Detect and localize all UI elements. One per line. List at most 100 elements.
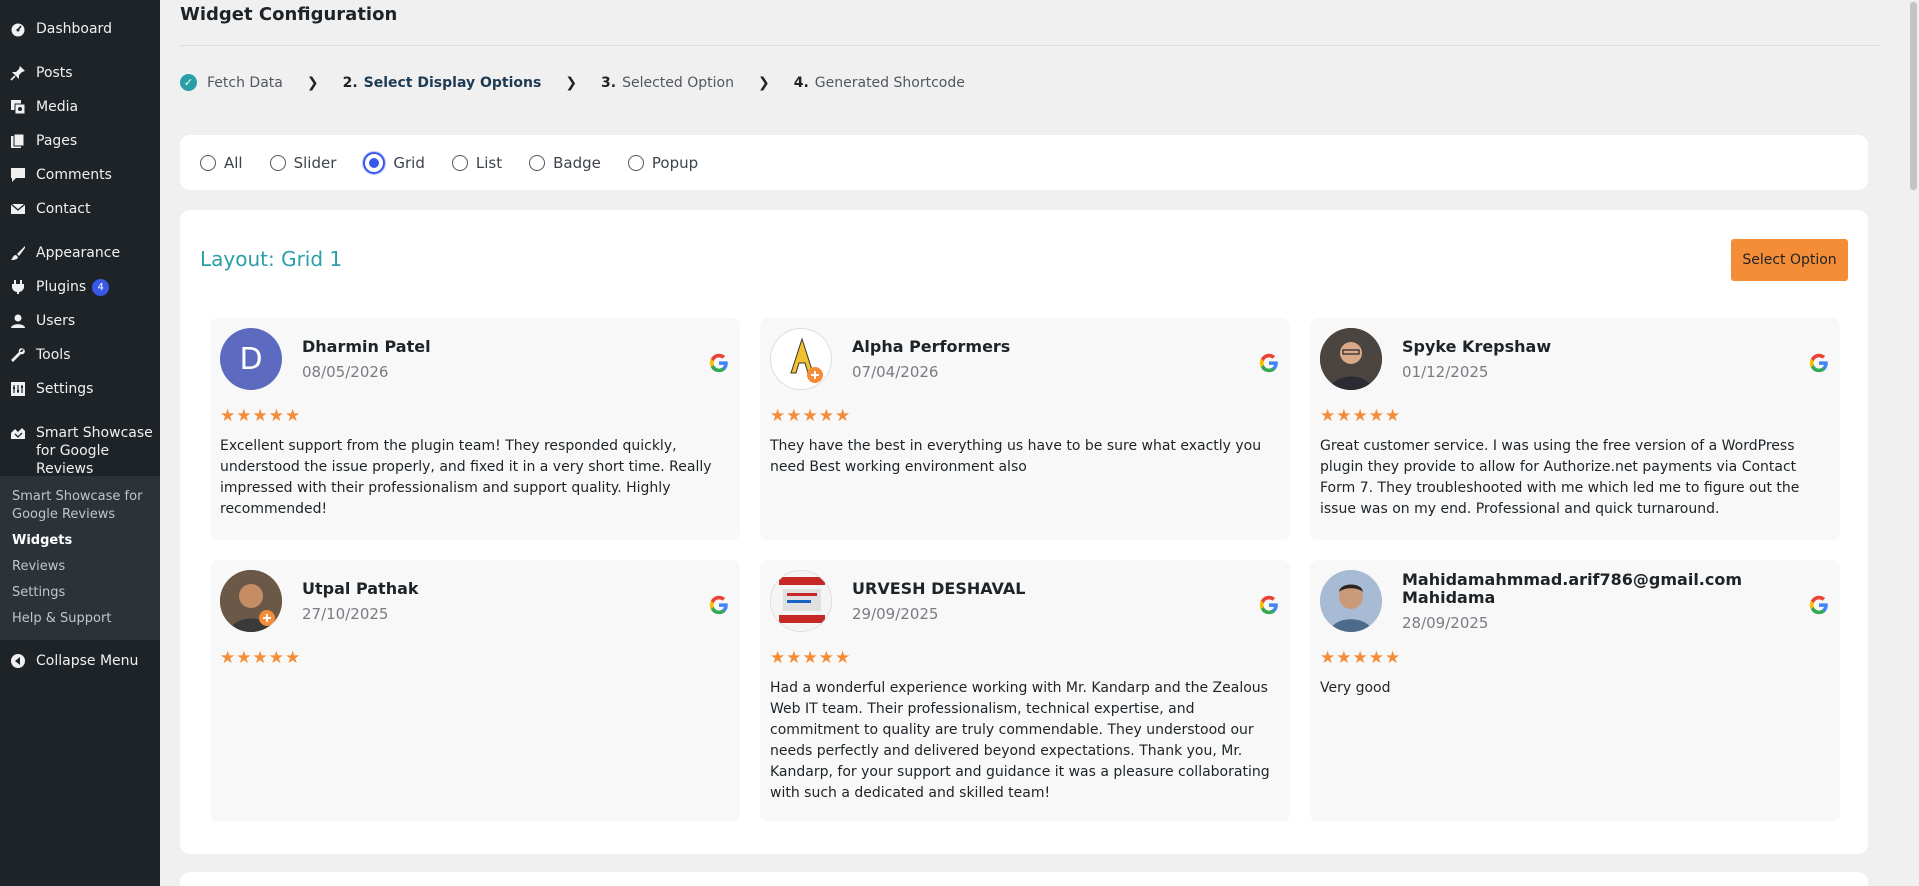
- review-card: Spyke Krepshaw 01/12/2025 ★★★★★ Great cu…: [1310, 318, 1840, 540]
- page-title: Widget Configuration: [180, 4, 398, 25]
- sidebar-item-label: Smart Showcase for Google Reviews: [36, 425, 153, 477]
- plugins-update-badge: 4: [92, 278, 110, 296]
- chevron-right-icon: ❯: [306, 74, 319, 91]
- settings-icon: [11, 382, 25, 396]
- sidebar-item-label: Tools: [36, 347, 71, 363]
- select-option-button[interactable]: Select Option: [1731, 239, 1848, 281]
- collapse-menu-label: Collapse Menu: [36, 653, 139, 669]
- wrench-icon: [11, 348, 25, 362]
- sidebar-item-label: Appearance: [36, 245, 121, 261]
- reviewer-name: Spyke Krepshaw: [1402, 337, 1552, 356]
- review-date: 08/05/2026: [302, 363, 389, 381]
- reviewer-photo: [1320, 570, 1382, 632]
- review-card: Utpal Pathak 27/10/2025 ★★★★★: [210, 560, 740, 822]
- radio-circle[interactable]: [269, 154, 286, 171]
- radio-grid[interactable]: Grid: [363, 151, 425, 174]
- pages-icon: [11, 133, 25, 148]
- brush-icon: [11, 246, 25, 260]
- step-select-display-options[interactable]: 2. Select Display Options: [343, 75, 542, 91]
- main-content: Widget Configuration ✓ Fetch Data ❯ 2. S…: [160, 0, 1919, 886]
- radio-circle[interactable]: [529, 154, 546, 171]
- comment-icon: [11, 168, 25, 182]
- google-icon: [1809, 353, 1828, 373]
- media-icon: [11, 100, 26, 115]
- scrollbar-thumb[interactable]: [1910, 2, 1917, 190]
- star-rating: ★★★★★: [1320, 406, 1402, 426]
- radio-all[interactable]: All: [200, 154, 243, 172]
- submenu-item-showcase[interactable]: Smart Showcase for Google Reviews: [0, 484, 160, 528]
- submenu-item-settings[interactable]: Settings: [0, 580, 160, 606]
- review-date: 01/12/2025: [1402, 363, 1489, 381]
- radio-circle[interactable]: [451, 154, 468, 171]
- google-icon: [709, 595, 728, 615]
- showcase-icon: [11, 428, 25, 439]
- admin-sidebar: Dashboard Posts Media Pages Comments Con…: [0, 0, 160, 886]
- sidebar-item-posts[interactable]: Posts: [0, 56, 160, 90]
- sidebar-item-media[interactable]: Media: [0, 90, 160, 124]
- next-layout-panel: [180, 872, 1868, 886]
- review-date: 29/09/2025: [852, 605, 939, 623]
- radio-circle[interactable]: [200, 154, 216, 171]
- review-date: 27/10/2025: [302, 605, 389, 623]
- sidebar-item-appearance[interactable]: Appearance: [0, 236, 160, 270]
- review-card: URVESH DESHAVAL 29/09/2025 ★★★★★ Had a w…: [760, 560, 1290, 822]
- radio-slider[interactable]: Slider: [269, 154, 336, 172]
- review-card: Mahidamahmmad.arif786@gmail.com Mahidama…: [1310, 560, 1840, 822]
- review-text: Very good: [1320, 680, 1391, 696]
- review-text: Great customer service. I was using the …: [1320, 438, 1800, 517]
- submenu-item-widgets[interactable]: Widgets: [0, 528, 160, 554]
- sidebar-item-tools[interactable]: Tools: [0, 338, 160, 372]
- collapse-icon: [11, 654, 25, 668]
- sidebar-item-pages[interactable]: Pages: [0, 124, 160, 158]
- page-scrollbar[interactable]: [1908, 0, 1919, 886]
- step-fetch-data[interactable]: ✓ Fetch Data: [180, 74, 283, 91]
- google-icon: [1259, 353, 1278, 373]
- submenu-item-help[interactable]: Help & Support: [0, 606, 160, 632]
- step-generated-shortcode[interactable]: 4. Generated Shortcode: [794, 75, 965, 91]
- radio-label: List: [475, 153, 503, 172]
- star-rating: ★★★★★: [220, 406, 302, 426]
- wizard-steps: ✓ Fetch Data ❯ 2. Select Display Options…: [180, 74, 965, 91]
- sidebar-item-settings[interactable]: Settings: [0, 372, 160, 406]
- reviewer-photo: [771, 571, 831, 631]
- collapse-menu-button[interactable]: Collapse Menu: [0, 644, 160, 678]
- google-icon: [1259, 595, 1278, 615]
- display-type-filter: All Slider Grid List Badge Popup: [180, 135, 1868, 190]
- radio-popup[interactable]: Popup: [627, 153, 699, 172]
- sidebar-item-users[interactable]: Users: [0, 304, 160, 338]
- radio-label: Popup: [651, 153, 699, 172]
- star-rating: ★★★★★: [770, 648, 852, 668]
- sidebar-item-dashboard[interactable]: Dashboard: [0, 12, 160, 46]
- submenu-item-reviews[interactable]: Reviews: [0, 554, 160, 580]
- step-number: 2.: [342, 74, 358, 91]
- sidebar-item-smart-showcase[interactable]: Smart Showcase for Google Reviews: [0, 416, 160, 477]
- dashboard-icon: [11, 23, 25, 37]
- radio-badge[interactable]: Badge: [529, 154, 601, 172]
- avatar-initial: D: [239, 341, 263, 377]
- sidebar-item-comments[interactable]: Comments: [0, 158, 160, 192]
- showcase-submenu: Smart Showcase for Google Reviews Widget…: [0, 476, 160, 640]
- radio-circle[interactable]: [627, 154, 644, 171]
- sidebar-item-label: Plugins: [36, 279, 87, 295]
- reviewer-name: Mahidamahmmad.arif786@gmail.com Mahidama: [1402, 570, 1743, 607]
- radio-label: All: [224, 153, 243, 172]
- sidebar-item-contact[interactable]: Contact: [0, 192, 160, 226]
- layout-preview-panel: Layout: Grid 1 Select Option D Dharmin P…: [180, 210, 1868, 854]
- sidebar-item-label: Contact: [36, 201, 91, 217]
- sidebar-item-label: Pages: [36, 133, 78, 149]
- user-icon: [11, 314, 25, 328]
- star-rating: ★★★★★: [220, 648, 302, 668]
- review-text: Had a wonderful experience working with …: [770, 680, 1270, 801]
- radio-label: Grid: [393, 153, 425, 172]
- check-icon: ✓: [180, 74, 197, 91]
- sidebar-item-label: Dashboard: [36, 21, 112, 37]
- avatar: D: [220, 328, 282, 390]
- radio-list[interactable]: List: [451, 153, 503, 172]
- avatar: [770, 570, 832, 632]
- step-label: Selected Option: [622, 74, 734, 91]
- step-selected-option[interactable]: 3. Selected Option: [601, 75, 734, 91]
- sidebar-item-plugins[interactable]: Plugins 4: [0, 270, 160, 304]
- star-rating: ★★★★★: [1320, 648, 1402, 668]
- step-number: 4.: [793, 74, 809, 91]
- radio-circle[interactable]: [363, 151, 386, 174]
